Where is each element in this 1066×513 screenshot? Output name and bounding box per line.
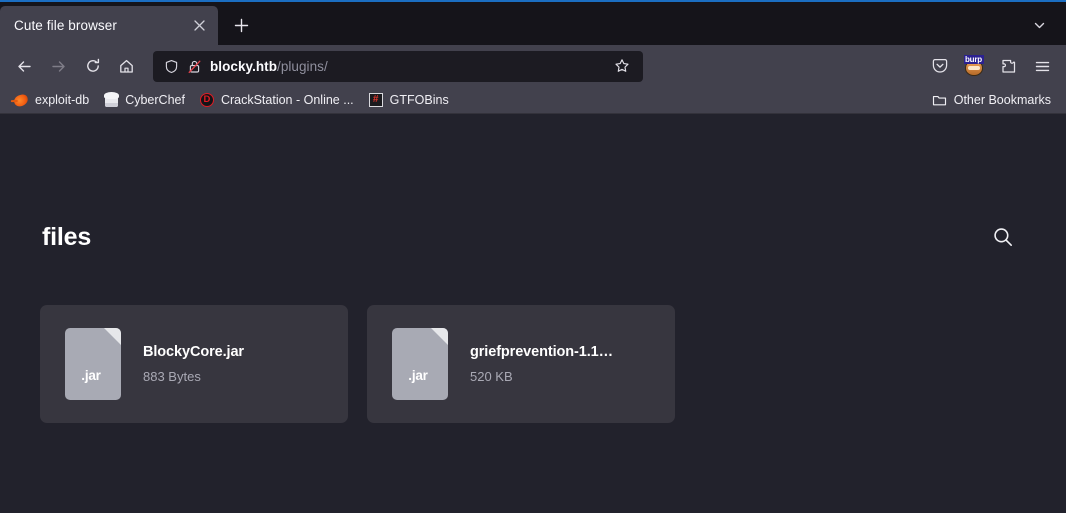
file-size: 520 KB <box>470 369 513 384</box>
file-grid: .jar BlockyCore.jar 883 Bytes .jar grief… <box>40 305 1026 423</box>
file-name: BlockyCore.jar <box>143 344 244 360</box>
file-size: 883 Bytes <box>143 369 201 384</box>
tab-title: Cute file browser <box>14 18 117 33</box>
file-browser-page: files .jar BlockyCore.jar 883 Bytes .jar… <box>0 114 1066 423</box>
tab-strip: Cute file browser <box>0 2 1066 45</box>
other-bookmarks-label: Other Bookmarks <box>953 93 1051 107</box>
other-bookmarks-button[interactable]: Other Bookmarks <box>925 89 1058 111</box>
file-card-griefprevention[interactable]: .jar griefprevention-1.1… 520 KB <box>367 305 675 423</box>
page-viewport: files .jar BlockyCore.jar 883 Bytes .jar… <box>0 114 1066 513</box>
url-bar[interactable]: blocky.htb/plugins/ <box>153 50 643 82</box>
star-icon[interactable] <box>609 53 635 79</box>
hamburger-menu-icon[interactable] <box>1026 51 1058 82</box>
crackstation-icon: D <box>199 92 215 108</box>
back-icon[interactable] <box>8 51 41 82</box>
exploit-db-icon <box>12 92 30 108</box>
cyberchef-icon <box>103 92 119 108</box>
home-icon[interactable] <box>110 51 143 82</box>
bookmark-label: CrackStation - Online ... <box>220 93 354 107</box>
shield-icon[interactable] <box>164 59 179 74</box>
url-host: blocky.htb <box>210 58 278 74</box>
chevron-down-icon[interactable] <box>1022 8 1056 42</box>
burp-badge: burp <box>964 55 984 64</box>
bookmark-crackstation[interactable]: D CrackStation - Online ... <box>192 89 361 111</box>
bookmark-label: CyberChef <box>125 93 185 107</box>
gtfobins-glyph: # <box>368 93 383 107</box>
file-meta: griefprevention-1.1… 520 KB <box>470 344 655 384</box>
forward-icon[interactable] <box>42 51 75 82</box>
browser-window: Cute file browser blocky.htb/plugins/ bu… <box>0 0 1066 513</box>
bookmark-cyberchef[interactable]: CyberChef <box>96 89 192 111</box>
bookmark-label: exploit-db <box>35 93 90 107</box>
lock-crossed-icon[interactable] <box>187 59 202 74</box>
tab-cute-file-browser[interactable]: Cute file browser <box>0 6 218 45</box>
file-extension-label: .jar <box>81 368 101 383</box>
jar-file-icon: .jar <box>392 328 448 400</box>
toolbar-icon-group: burp <box>924 51 1058 82</box>
jar-file-icon: .jar <box>65 328 121 400</box>
page-title: files <box>42 222 92 251</box>
burp-mouth <box>968 66 980 70</box>
bookmark-label: GTFOBins <box>389 93 449 107</box>
bookmarks-bar: exploit-db CyberChef D CrackStation - On… <box>0 87 1066 114</box>
gtfobins-icon: # <box>368 92 384 108</box>
page-fold <box>431 328 448 345</box>
folder-icon <box>932 92 948 108</box>
page-fold <box>104 328 121 345</box>
extensions-icon[interactable] <box>992 51 1024 82</box>
new-tab-button[interactable] <box>224 8 258 42</box>
file-meta: BlockyCore.jar 883 Bytes <box>143 344 328 384</box>
file-card-blockycore[interactable]: .jar BlockyCore.jar 883 Bytes <box>40 305 348 423</box>
url-text[interactable]: blocky.htb/plugins/ <box>210 59 601 74</box>
bookmark-exploit-db[interactable]: exploit-db <box>6 89 96 111</box>
close-icon[interactable] <box>188 15 210 37</box>
burp-suite-icon[interactable]: burp <box>958 51 990 82</box>
pocket-icon[interactable] <box>924 51 956 82</box>
file-extension-label: .jar <box>408 368 428 383</box>
crackstation-glyph: D <box>199 93 214 107</box>
search-icon[interactable] <box>988 222 1018 252</box>
file-name: griefprevention-1.1… <box>470 344 614 360</box>
page-header: files <box>40 114 1026 252</box>
navigation-toolbar: blocky.htb/plugins/ burp <box>0 45 1066 87</box>
reload-icon[interactable] <box>76 51 109 82</box>
url-path: /plugins/ <box>277 58 328 74</box>
bookmark-gtfobins[interactable]: # GTFOBins <box>361 89 456 111</box>
